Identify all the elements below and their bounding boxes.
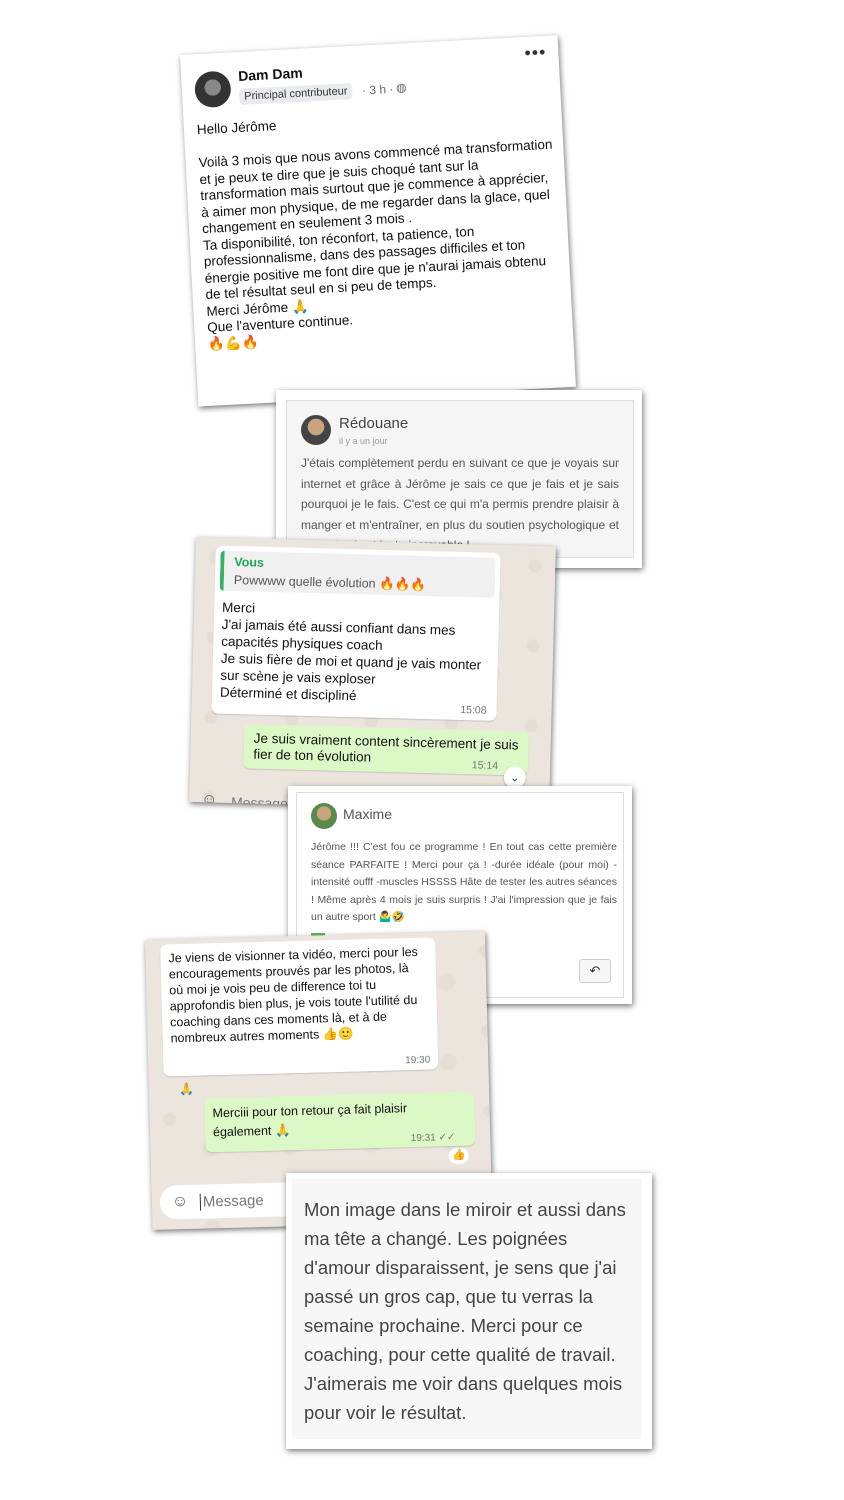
message-input[interactable]: Message	[199, 1191, 264, 1211]
message-time: 15:08	[460, 703, 487, 717]
review-panel: Mon image dans le miroir et aussi dans m…	[292, 1179, 642, 1439]
quote-author: Vous	[234, 555, 265, 570]
outgoing-message-bubble[interactable]: Merciii pour ton retour ça fait plaisir …	[204, 1091, 476, 1153]
incoming-message-bubble[interactable]: Je viens de visionner ta vidéo, merci po…	[160, 937, 439, 1077]
avatar	[311, 803, 337, 829]
contributor-badge: Principal contributeur	[238, 83, 353, 105]
avatar[interactable]	[193, 70, 232, 109]
review-text: Mon image dans le miroir et aussi dans m…	[304, 1199, 626, 1423]
avatar	[301, 415, 331, 445]
review-text: Jérôme !!! C'est fou ce programme ! En t…	[311, 841, 617, 923]
globe-icon: ◍	[395, 80, 407, 95]
post-text: Hello Jérôme Voilà 3 mois que nous avons…	[196, 118, 553, 352]
quoted-message[interactable]: Vous Powwww quelle évolution 🔥🔥🔥	[219, 550, 496, 598]
more-options-icon[interactable]: •••	[524, 42, 547, 64]
review-panel: Rédouane il y a un jour J'étais complète…	[286, 400, 634, 558]
review-date: il y a un jour	[339, 436, 388, 446]
message-time: 19:31 ✓✓	[410, 1131, 456, 1145]
message-text: Merci J'ai jamais été aussi confiant dan…	[219, 599, 482, 704]
reaction-icon[interactable]: 👍	[448, 1147, 469, 1165]
reviewer-name: Maxime	[343, 806, 393, 822]
facebook-post-card: Dam Dam Principal contributeur · 3 h · ◍…	[180, 35, 576, 407]
reviewer-name: Rédouane	[339, 415, 409, 432]
quote-text: Powwww quelle évolution 🔥🔥🔥	[233, 573, 426, 593]
incoming-message-bubble[interactable]: Vous Powwww quelle évolution 🔥🔥🔥 Merci J…	[211, 545, 501, 721]
emoji-icon[interactable]: ☺	[201, 791, 218, 809]
message-input[interactable]: Message	[231, 794, 288, 811]
sticker-icon[interactable]: ☺	[172, 1193, 189, 1211]
post-time[interactable]: · 3 h ·	[362, 82, 394, 98]
message-text: Je viens de visionner ta vidéo, merci po…	[168, 944, 419, 1046]
message-time: 15:14	[471, 759, 499, 772]
message-time: 19:30	[405, 1054, 431, 1067]
review-card-large: Mon image dans le miroir et aussi dans m…	[286, 1173, 652, 1449]
reply-button[interactable]: ↶	[579, 959, 611, 983]
outgoing-message-bubble[interactable]: Je suis vraiment content sincèrement je …	[242, 724, 530, 776]
post-author-name[interactable]: Dam Dam	[238, 65, 303, 84]
whatsapp-chat-card: Vous Powwww quelle évolution 🔥🔥🔥 Merci J…	[189, 537, 556, 812]
reaction-icon[interactable]: 🙏	[179, 1082, 194, 1096]
